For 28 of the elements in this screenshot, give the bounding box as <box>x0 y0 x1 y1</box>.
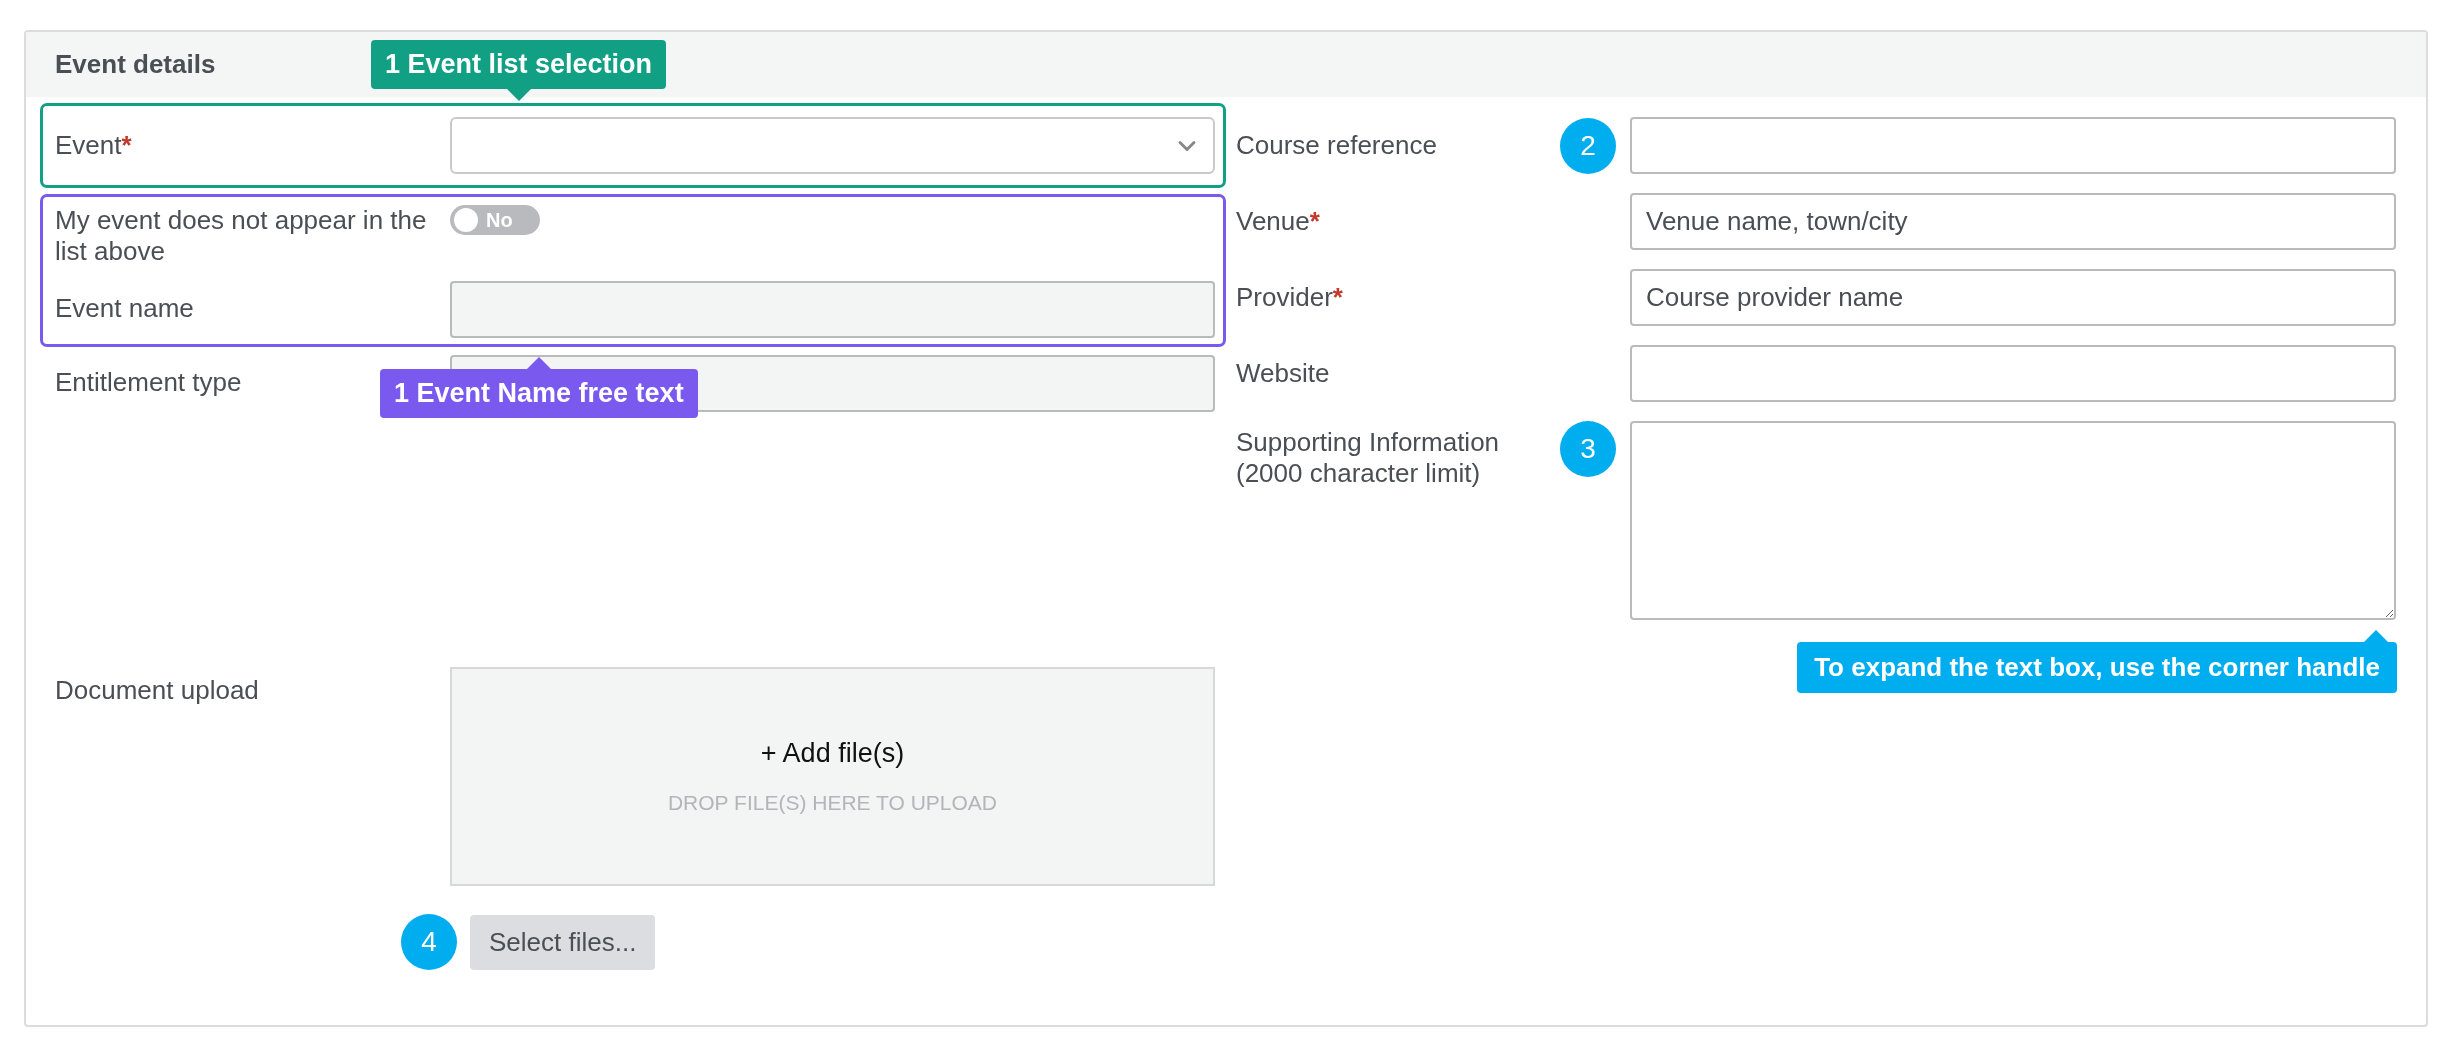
text-input-field[interactable]: Venue name, town/city <box>1630 193 2396 250</box>
field-label: Event name <box>55 293 194 323</box>
annotation-callout: 1 Event list selection <box>371 40 667 89</box>
hint-tooltip: To expand the text box, use the corner handle <box>1797 642 2397 693</box>
event-select[interactable] <box>450 117 1215 174</box>
drop-hint-text: DROP FILE(S) HERE TO UPLOAD <box>667 791 998 815</box>
step-number-badge: 3 <box>1560 421 1616 477</box>
field-label: Provider* <box>1236 282 1343 312</box>
text-area-field[interactable] <box>1630 421 2396 620</box>
field-label: My event does not appear in the list above <box>55 205 427 266</box>
panel-title: Event details <box>55 49 216 80</box>
step-number-badge: 4 <box>401 914 457 970</box>
field-label: Document upload <box>55 675 259 705</box>
annotation-callout: 1 Event Name free text <box>380 369 698 418</box>
step-number-badge: 2 <box>1560 117 1616 174</box>
file-drop-zone[interactable]: + Add file(s) DROP FILE(S) HERE TO UPLOAD <box>450 667 1215 886</box>
add-files-text: + Add file(s) <box>760 738 905 769</box>
select-files-button[interactable]: Select files... <box>470 914 656 970</box>
field-label: Event* <box>55 130 132 160</box>
text-input-field[interactable] <box>1630 345 2396 402</box>
field-label: Supporting Information (2000 character limit) <box>1236 427 1500 488</box>
field-label: Entitlement type <box>55 367 242 397</box>
text-input-field[interactable] <box>1630 117 2396 174</box>
callout-pointer <box>506 89 531 101</box>
field-label: Course reference <box>1236 130 1437 160</box>
field-label: Website <box>1236 358 1330 388</box>
text-input-field[interactable]: Course provider name <box>1630 269 2396 326</box>
field-label: Venue* <box>1236 206 1320 236</box>
